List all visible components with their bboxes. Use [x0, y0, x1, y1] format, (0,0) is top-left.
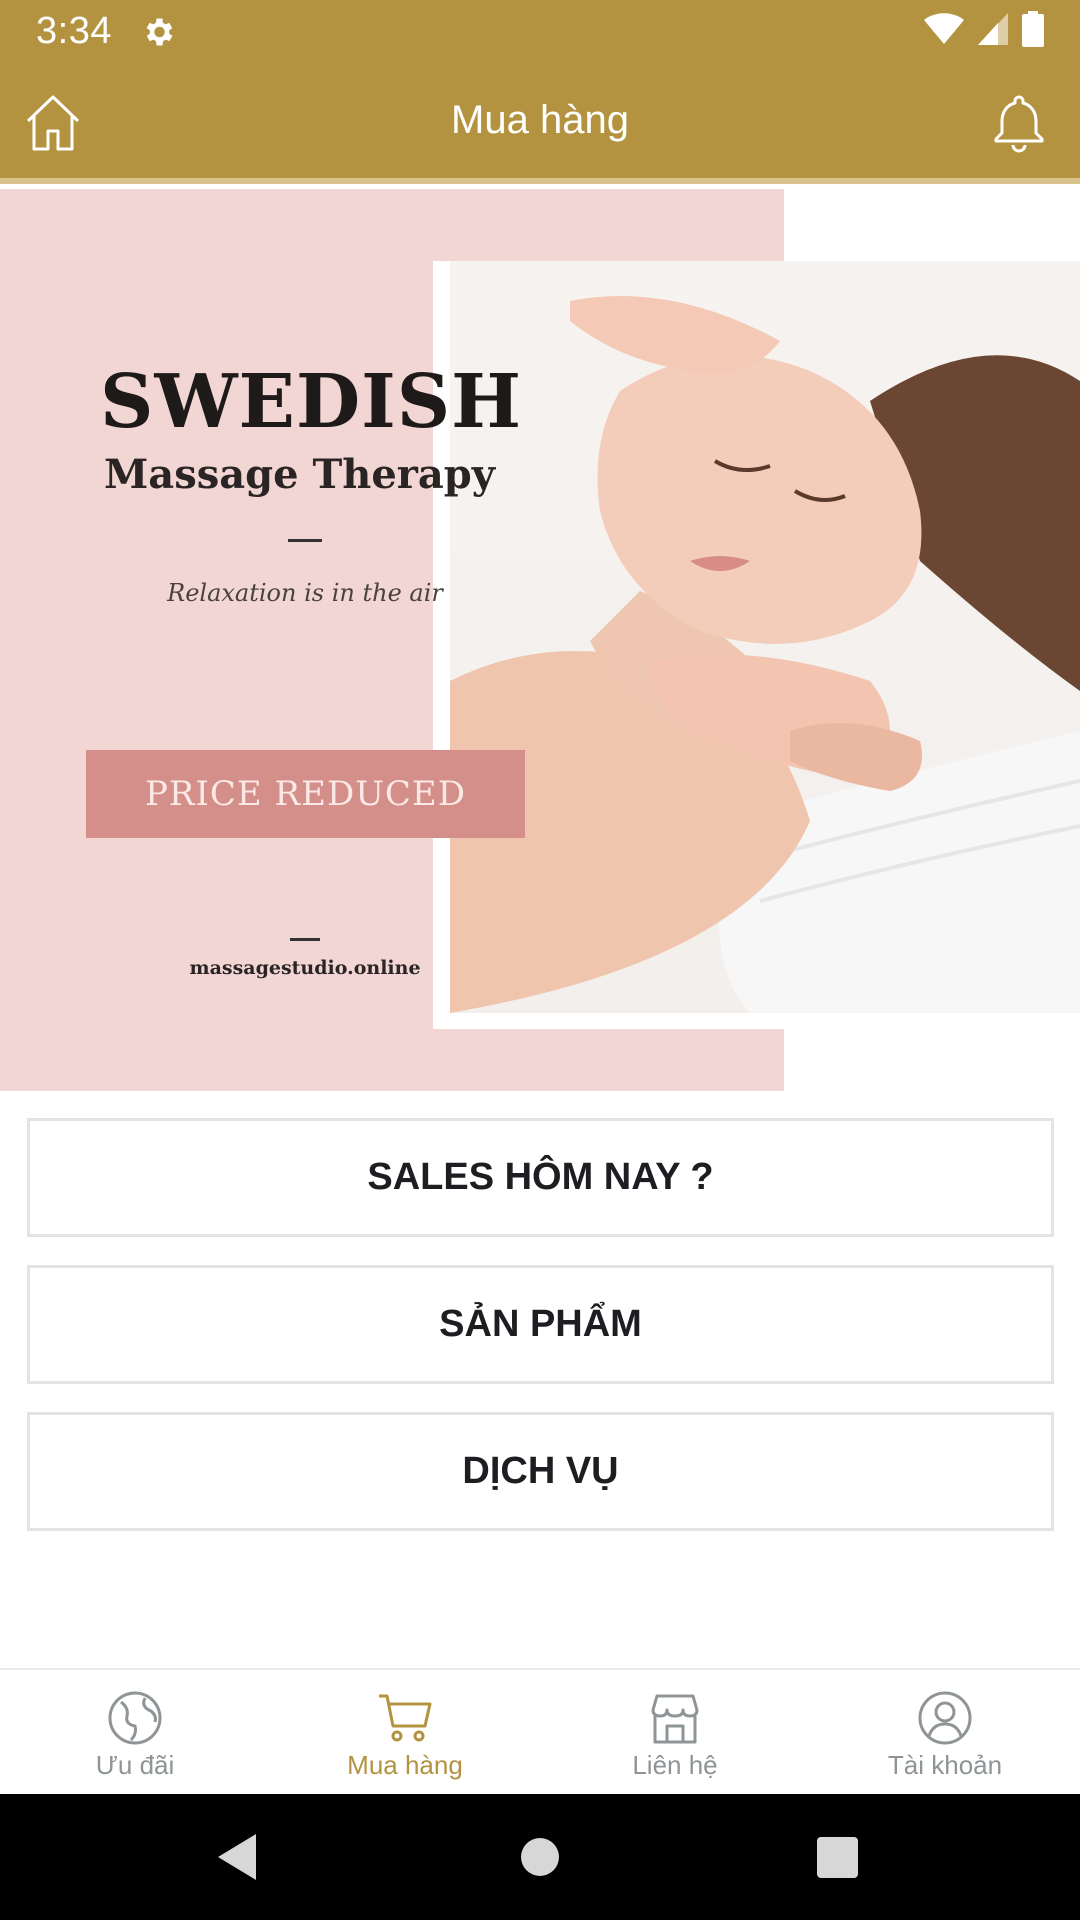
price-badge: PRICE REDUCED [86, 750, 525, 838]
bell-icon[interactable] [992, 93, 1046, 153]
battery-icon [1022, 11, 1044, 52]
promo-banner[interactable]: SWEDISH Massage Therapy Relaxation is in… [0, 189, 1080, 1091]
banner-website: massagestudio.online [189, 957, 421, 979]
banner-tagline: Relaxation is in the air [167, 579, 443, 607]
home-circle-icon[interactable] [521, 1838, 559, 1876]
home-icon[interactable] [24, 93, 82, 153]
app-bar: Mua hàng [0, 63, 1080, 184]
nav-item-contact[interactable]: Liên hệ [540, 1670, 810, 1794]
bottom-nav: Ưu đãi Mua hàng Liên hệ Tài khoản [0, 1668, 1080, 1794]
system-nav-bar [0, 1794, 1080, 1920]
price-badge-label: PRICE REDUCED [145, 774, 466, 814]
services-button[interactable]: DỊCH VỤ [27, 1412, 1054, 1531]
back-icon[interactable] [216, 1832, 260, 1882]
nav-label-contact: Liên hệ [632, 1750, 718, 1780]
nav-label-shop: Mua hàng [347, 1750, 463, 1780]
banner-title: SWEDISH [100, 359, 523, 445]
wifi-icon [924, 13, 964, 50]
globe-icon [107, 1690, 163, 1746]
banner-divider [288, 539, 322, 542]
cart-icon [377, 1690, 433, 1746]
store-icon [647, 1690, 703, 1746]
status-bar: 3:34 [0, 0, 1080, 63]
sales-today-button[interactable]: SALES HÔM NAY ? [27, 1118, 1054, 1237]
nav-label-account: Tài khoản [887, 1750, 1003, 1780]
page-title: Mua hàng [451, 98, 629, 142]
banner-text: SWEDISH Massage Therapy Relaxation is in… [0, 189, 610, 1091]
products-button[interactable]: SẢN PHẨM [27, 1265, 1054, 1384]
banner-divider-2 [290, 938, 320, 941]
recents-icon[interactable] [817, 1837, 858, 1878]
nav-item-offers[interactable]: Ưu đãi [0, 1670, 270, 1794]
nav-item-account[interactable]: Tài khoản [810, 1670, 1080, 1794]
banner-subtitle: Massage Therapy [104, 451, 495, 498]
nav-item-shop[interactable]: Mua hàng [270, 1670, 540, 1794]
user-icon [917, 1690, 973, 1746]
gear-icon [140, 14, 176, 50]
status-time: 3:34 [36, 10, 112, 52]
signal-icon [978, 13, 1008, 50]
nav-label-offers: Ưu đãi [95, 1750, 175, 1780]
